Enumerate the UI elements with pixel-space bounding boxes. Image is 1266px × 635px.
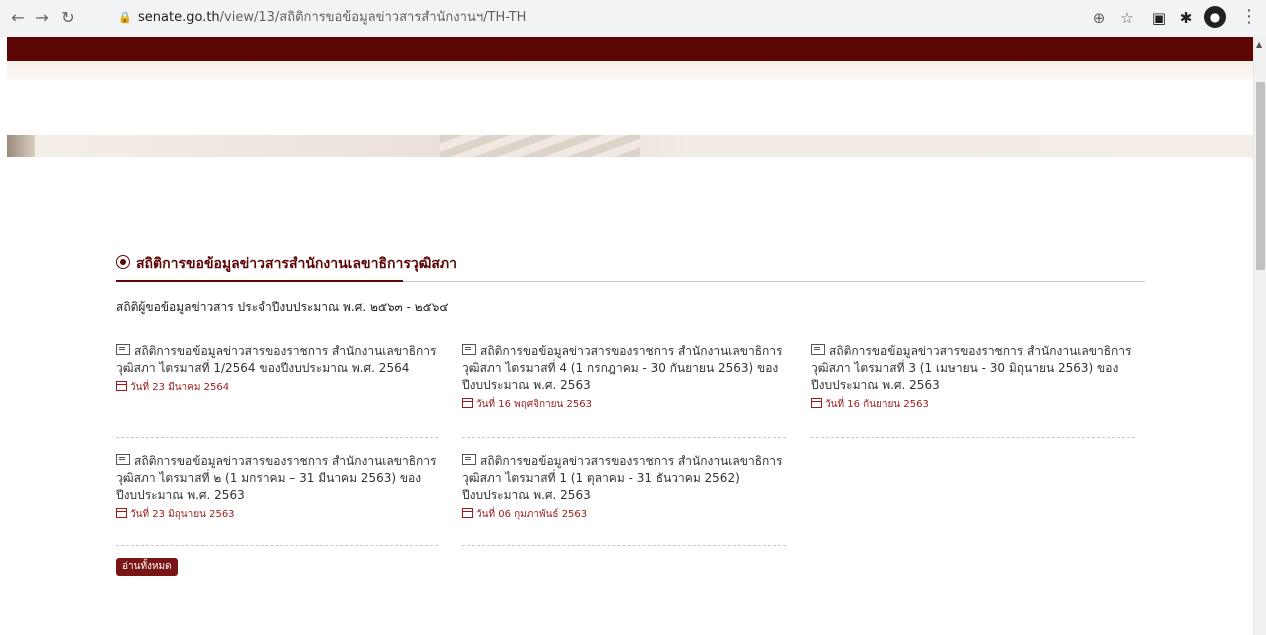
section-divider-accent — [116, 280, 403, 282]
section-subtitle: สถิติผู้ขอข้อมูลข่าวสาร ประจำปีงบประมาณ … — [116, 300, 449, 314]
list-item-date: วันที่ 16 กันยายน 2563 — [811, 396, 1136, 413]
browser-toolbar: ← → ↻ 🔒 senate.go.th/view/13/สถิติการขอข… — [0, 0, 1266, 38]
list-item-date: วันที่ 23 มิถุนายน 2563 — [116, 506, 441, 523]
document-icon — [462, 344, 476, 355]
calendar-icon — [811, 398, 822, 408]
banner-stripes — [440, 135, 640, 157]
zoom-icon[interactable]: ⊕ — [1088, 7, 1110, 29]
list-item-title[interactable]: สถิติการขอข้อมูลข่าวสารของราชการ สำนักงา… — [116, 453, 441, 504]
puzzle-icon[interactable]: ✱ — [1175, 7, 1197, 29]
list-item-title[interactable]: สถิติการขอข้อมูลข่าวสารของราชการ สำนักงา… — [462, 343, 787, 394]
calendar-icon — [116, 508, 127, 518]
extension-icon[interactable]: ▣ — [1148, 7, 1170, 29]
read-all-button[interactable]: อ่านทั้งหมด — [116, 558, 178, 576]
list-item-date: วันที่ 16 พฤศจิกายน 2563 — [462, 396, 787, 413]
scrollbar-thumb[interactable] — [1256, 82, 1265, 270]
list-item-date: วันที่ 06 กุมภาพันธ์ 2563 — [462, 506, 787, 523]
list-item-title[interactable]: สถิติการขอข้อมูลข่าวสารของราชการ สำนักงา… — [462, 453, 787, 504]
list-item[interactable]: สถิติการขอข้อมูลข่าวสารของราชการ สำนักงา… — [462, 343, 787, 413]
list-item[interactable]: สถิติการขอข้อมูลข่าวสารของราชการ สำนักงา… — [462, 453, 787, 523]
list-item[interactable]: สถิติการขอข้อมูลข่าวสารของราชการ สำนักงา… — [116, 453, 441, 523]
calendar-icon — [462, 508, 473, 518]
calendar-icon — [462, 398, 473, 408]
menu-dots-icon[interactable]: ⋮ — [1240, 6, 1258, 28]
section-heading: สถิติการขอข้อมูลข่าวสารสำนักงานเลขาธิการ… — [116, 253, 457, 275]
scroll-up-arrow-icon[interactable]: ▲ — [1256, 40, 1262, 49]
list-item[interactable]: สถิติการขอข้อมูลข่าวสารของราชการ สำนักงา… — [811, 343, 1136, 413]
back-arrow-icon[interactable]: ← — [8, 8, 28, 28]
site-header-bar — [7, 37, 1253, 61]
header-shadow — [7, 61, 1253, 79]
document-icon — [811, 344, 825, 355]
banner-image-left — [7, 135, 35, 157]
address-bar[interactable]: 🔒 senate.go.th/view/13/สถิติการขอข้อมูลข… — [112, 4, 1112, 32]
item-divider — [116, 545, 438, 546]
forward-arrow-icon[interactable]: → — [32, 8, 52, 28]
item-divider — [811, 437, 1135, 438]
lock-icon: 🔒 — [118, 11, 132, 24]
list-item-title[interactable]: สถิติการขอข้อมูลข่าวสารของราชการ สำนักงา… — [811, 343, 1136, 394]
calendar-icon — [116, 381, 127, 391]
reload-icon[interactable]: ↻ — [58, 8, 78, 28]
document-icon — [462, 454, 476, 465]
scrollbar[interactable]: ▲ — [1253, 37, 1266, 635]
document-icon — [116, 454, 130, 465]
url-text: senate.go.th/view/13/สถิติการขอข้อมูลข่า… — [138, 10, 527, 25]
star-icon[interactable]: ☆ — [1116, 7, 1138, 29]
profile-icon[interactable]: ● — [1204, 6, 1226, 28]
list-item[interactable]: สถิติการขอข้อมูลข่าวสารของราชการ สำนักงา… — [116, 343, 441, 396]
item-divider — [116, 437, 438, 438]
circle-icon — [116, 255, 130, 269]
item-divider — [462, 545, 786, 546]
list-item-date: วันที่ 23 มีนาคม 2564 — [116, 379, 441, 396]
item-divider — [462, 437, 786, 438]
document-icon — [116, 344, 130, 355]
list-item-title[interactable]: สถิติการขอข้อมูลข่าวสารของราชการ สำนักงา… — [116, 343, 441, 377]
